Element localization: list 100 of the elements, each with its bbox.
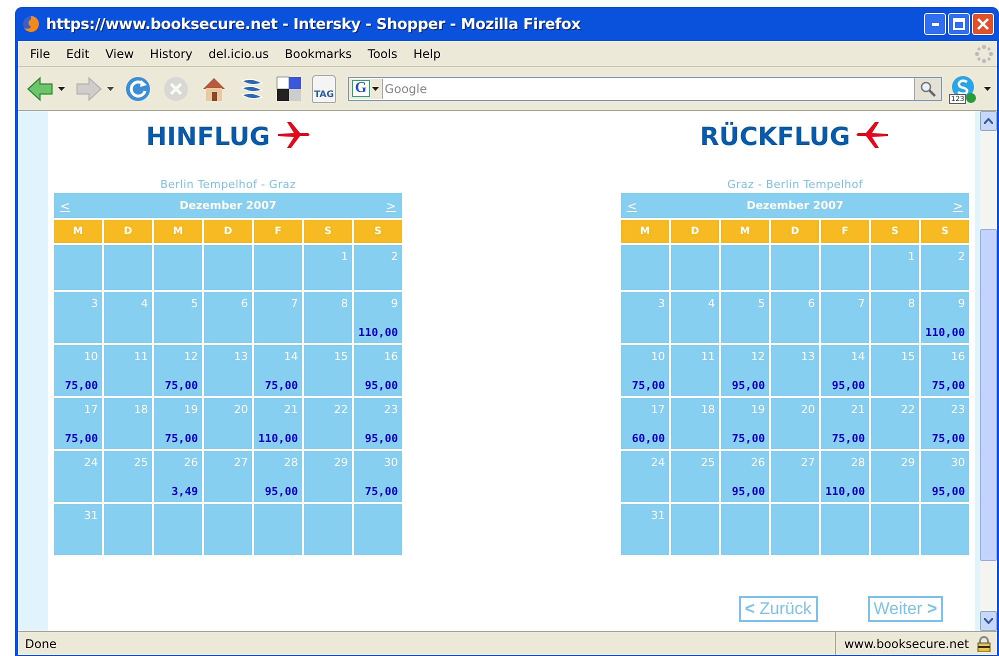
day-cell[interactable]: 30 95,00 bbox=[921, 451, 969, 502]
day-number: 9 bbox=[391, 297, 398, 310]
price-label[interactable]: 95,00 bbox=[364, 379, 398, 392]
squares-icon[interactable] bbox=[276, 76, 302, 102]
airplane-icon bbox=[276, 119, 310, 151]
window-title: https://www.booksecure.net - Intersky - Shopper - Mozilla Firefox bbox=[46, 15, 582, 33]
scrollbar-thumb[interactable] bbox=[980, 229, 997, 561]
day-number: 26 bbox=[751, 456, 765, 469]
price-label[interactable]: 95,00 bbox=[832, 379, 865, 392]
day-cell[interactable]: 26 95,00 bbox=[721, 451, 769, 502]
tag-button[interactable]: TAG bbox=[312, 74, 336, 102]
price-label[interactable]: 75,00 bbox=[264, 379, 298, 392]
day-cell[interactable]: 26 3,49 bbox=[154, 451, 202, 502]
menu-item[interactable]: History bbox=[142, 46, 201, 60]
day-cell[interactable]: 16 95,00 bbox=[354, 345, 402, 396]
day-number: 6 bbox=[808, 297, 815, 310]
day-cell bbox=[621, 245, 669, 290]
day-cell[interactable]: 12 95,00 bbox=[721, 345, 769, 396]
price-label[interactable]: 75,00 bbox=[932, 379, 965, 392]
day-number: 22 bbox=[334, 403, 348, 416]
price-label[interactable]: 95,00 bbox=[732, 485, 765, 498]
menu-item[interactable]: Bookmarks bbox=[276, 46, 360, 60]
price-label[interactable]: 95,00 bbox=[264, 485, 298, 498]
day-cell[interactable]: 19 75,00 bbox=[721, 398, 769, 449]
price-label[interactable]: 60,00 bbox=[632, 432, 665, 445]
back-icon[interactable] bbox=[26, 76, 54, 102]
day-cell[interactable]: 21 75,00 bbox=[821, 398, 869, 449]
price-label[interactable]: 110,00 bbox=[358, 326, 398, 339]
day-cell[interactable]: 28 95,00 bbox=[254, 451, 302, 502]
close-button[interactable] bbox=[972, 13, 994, 35]
throbber-icon bbox=[975, 44, 993, 62]
day-cell bbox=[771, 504, 819, 555]
price-label[interactable]: 110,00 bbox=[258, 432, 298, 445]
day-number: 25 bbox=[701, 456, 715, 469]
day-cell[interactable]: 17 60,00 bbox=[621, 398, 669, 449]
search-engine-button[interactable]: G bbox=[349, 78, 383, 98]
browser-logo-icon bbox=[22, 15, 40, 33]
price-label[interactable]: 75,00 bbox=[732, 432, 765, 445]
day-cell[interactable]: 19 75,00 bbox=[154, 398, 202, 449]
day-cell[interactable]: 10 75,00 bbox=[54, 345, 102, 396]
day-cell[interactable]: 14 75,00 bbox=[254, 345, 302, 396]
day-number: 4 bbox=[708, 297, 715, 310]
maximize-button[interactable] bbox=[948, 13, 970, 35]
day-number: 12 bbox=[751, 350, 765, 363]
price-label[interactable]: 75,00 bbox=[164, 379, 198, 392]
chevron-up-icon bbox=[984, 118, 993, 124]
price-label[interactable]: 75,00 bbox=[632, 379, 665, 392]
search-button[interactable] bbox=[914, 78, 941, 100]
day-cell[interactable]: 30 75,00 bbox=[354, 451, 402, 502]
price-label[interactable]: 95,00 bbox=[364, 432, 398, 445]
price-label[interactable]: 75,00 bbox=[64, 432, 98, 445]
price-label[interactable]: 3,49 bbox=[172, 485, 198, 498]
day-cell[interactable]: 23 95,00 bbox=[354, 398, 402, 449]
scroll-up-button[interactable] bbox=[980, 111, 997, 131]
day-cell[interactable]: 16 75,00 bbox=[921, 345, 969, 396]
price-label[interactable]: 95,00 bbox=[732, 379, 765, 392]
day-number: 14 bbox=[284, 350, 298, 363]
day-cell[interactable]: 10 75,00 bbox=[621, 345, 669, 396]
menu-item[interactable]: Tools bbox=[360, 46, 406, 60]
day-cell[interactable]: 21 110,00 bbox=[254, 398, 302, 449]
day-cell[interactable]: 9 110,00 bbox=[921, 292, 969, 343]
day-cell[interactable]: 23 75,00 bbox=[921, 398, 969, 449]
price-label[interactable]: 75,00 bbox=[364, 485, 398, 498]
price-label[interactable]: 110,00 bbox=[825, 485, 865, 498]
price-label[interactable]: 75,00 bbox=[832, 432, 865, 445]
day-number: 8 bbox=[341, 297, 348, 310]
day-cell[interactable]: 12 75,00 bbox=[154, 345, 202, 396]
day-cell[interactable]: 28 110,00 bbox=[821, 451, 869, 502]
day-number: 11 bbox=[701, 350, 715, 363]
price-label[interactable]: 110,00 bbox=[925, 326, 965, 339]
minimize-button[interactable] bbox=[924, 13, 946, 35]
day-cell[interactable]: 17 75,00 bbox=[54, 398, 102, 449]
day-cell bbox=[921, 504, 969, 555]
day-cell[interactable]: 14 95,00 bbox=[821, 345, 869, 396]
day-number: 2 bbox=[391, 250, 398, 263]
price-label[interactable]: 95,00 bbox=[932, 485, 965, 498]
scroll-down-button[interactable] bbox=[980, 611, 997, 631]
day-number: 19 bbox=[184, 403, 198, 416]
price-label[interactable]: 75,00 bbox=[164, 432, 198, 445]
day-number: 31 bbox=[651, 509, 665, 522]
menu-item[interactable]: File bbox=[22, 46, 58, 60]
weekday-header: M bbox=[621, 220, 669, 243]
caret-icon[interactable] bbox=[372, 86, 379, 90]
price-label[interactable]: 75,00 bbox=[64, 379, 98, 392]
menu-item[interactable]: Help bbox=[405, 46, 449, 60]
reload-icon[interactable] bbox=[124, 74, 152, 102]
menu-item[interactable]: Edit bbox=[58, 46, 98, 60]
price-label[interactable]: 75,00 bbox=[932, 432, 965, 445]
day-number: 7 bbox=[291, 297, 298, 310]
caret-icon[interactable] bbox=[984, 86, 991, 90]
day-number: 17 bbox=[84, 403, 98, 416]
caret-icon[interactable] bbox=[58, 86, 65, 90]
menu-item[interactable]: del.icio.us bbox=[200, 46, 277, 60]
day-number: 28 bbox=[851, 456, 865, 469]
menu-item[interactable]: View bbox=[97, 46, 142, 60]
search-field[interactable]: G Google bbox=[348, 76, 942, 100]
day-cell bbox=[871, 504, 919, 555]
day-cell[interactable]: 9 110,00 bbox=[354, 292, 402, 343]
day-number: 26 bbox=[184, 456, 198, 469]
day-number: 17 bbox=[651, 403, 665, 416]
